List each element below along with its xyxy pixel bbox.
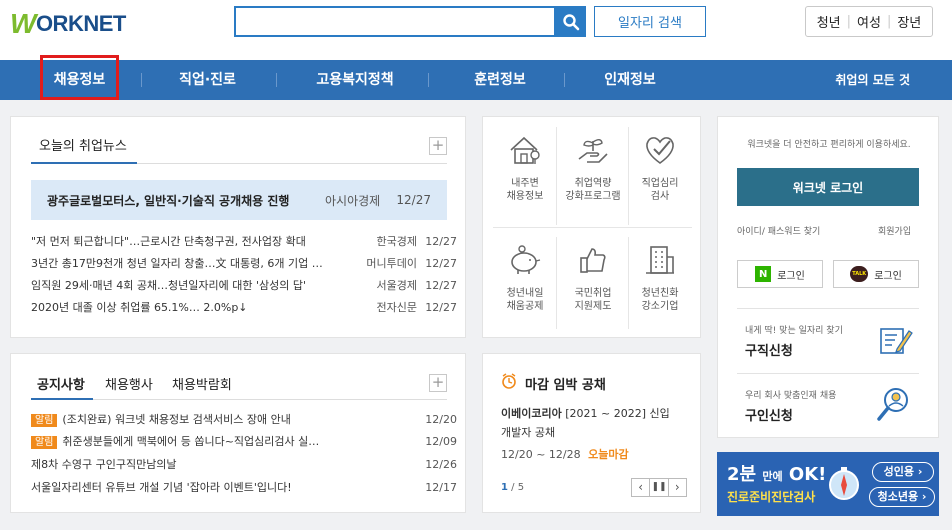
deadline-job[interactable]: 이베이코리아 [2021 ~ 2022] 신입 개발자 공채	[501, 404, 691, 442]
kakao-talk-icon: TALK	[850, 266, 869, 282]
quick-nearby-jobs[interactable]: 내주변 채용정보	[495, 133, 555, 203]
target-group-selector: 청년 | 여성 | 장년	[805, 6, 933, 37]
deadline-panel: 마감 임박 공채 이베이코리아 [2021 ~ 2022] 신입 개발자 공채 1…	[482, 353, 701, 513]
notice-more-button[interactable]: +	[429, 374, 447, 392]
nav-training[interactable]: 훈련정보	[450, 60, 550, 100]
banner-headline: 2분 만에 OK!	[727, 464, 827, 485]
notice-item[interactable]: 알림 (조치완료) 워크넷 채용정보 검색서비스 장애 안내 12/20	[31, 408, 457, 430]
job-search-button[interactable]: 일자리 검색	[594, 6, 706, 37]
house-pin-icon	[510, 136, 540, 164]
news-item[interactable]: 2020년 대졸 이상 취업률 65.1%… 2.0%p↓ 전자신문 12/27	[31, 296, 457, 318]
notice-item[interactable]: 알림 취준생분들에게 맥북에어 등 쏩니다~직업심리검사 실… 12/09	[31, 430, 457, 452]
search-button[interactable]	[555, 6, 586, 37]
nav-career[interactable]: 직업·진로	[160, 60, 255, 100]
notice-item[interactable]: 서울일자리센터 유튜브 개설 기념 '잡아라 이벤트'입니다! 12/17	[31, 476, 457, 498]
building-icon	[646, 246, 674, 274]
nav-welfare[interactable]: 고용복지정책	[295, 60, 415, 100]
banner-youth-button[interactable]: 청소년용 ›	[869, 487, 935, 507]
next-button[interactable]: ›	[669, 479, 686, 496]
alarm-clock-icon	[502, 373, 516, 389]
naver-login-button[interactable]: N 로그인	[737, 260, 823, 288]
employer-apply[interactable]: 우리 회사 맞춤인재 채용 구인신청	[737, 374, 919, 438]
signup-link[interactable]: 회원가입	[878, 224, 911, 237]
featured-news-source: 아시아경제	[325, 193, 381, 208]
featured-news-title: 광주글로벌모터스, 일반직·기술직 공개채용 진행	[47, 193, 290, 208]
target-youth[interactable]: 청년	[817, 12, 841, 31]
compass-icon	[829, 467, 859, 500]
login-notice: 워크넷을 더 안전하고 편리하게 이용하세요.	[747, 140, 911, 150]
logo-text: ORKNET	[35, 11, 126, 36]
deadline-pager: ‹ ❚❚ ›	[631, 478, 687, 497]
news-item[interactable]: 3년간 총17만9천개 청년 일자리 창출…文 대통령, 6개 기업 … 머니투데…	[31, 252, 457, 274]
login-panel: 워크넷을 더 안전하고 편리하게 이용하세요. 워크넷 로그인 아이디/ 패스워…	[717, 116, 939, 438]
tab-recruit-events[interactable]: 채용행사	[105, 374, 153, 393]
logo-w: W	[10, 8, 36, 39]
deadline-pagination: 1 / 5	[501, 482, 525, 493]
heart-check-icon	[646, 137, 674, 164]
quick-psych-test[interactable]: 직업심리 검사	[630, 133, 690, 203]
nav-active-highlight	[40, 55, 119, 100]
nav-talent[interactable]: 인재정보	[580, 60, 680, 100]
banner-subtitle: 진로준비진단검사	[727, 490, 816, 504]
news-panel: 오늘의 취업뉴스 + 광주글로벌모터스, 일반직·기술직 공개채용 진행 아시아…	[10, 116, 466, 338]
magnifier-person-icon	[877, 388, 908, 421]
quick-employability-program[interactable]: 취업역량 강화프로그램	[563, 133, 623, 203]
worknet-logo[interactable]: W ORKNET	[10, 8, 126, 40]
notice-item[interactable]: 제8차 수영구 구인구직만남의날 12/26	[31, 453, 457, 475]
news-item[interactable]: "저 먼저 퇴근합니다"…근로시간 단축청구권, 전사업장 확대 한국경제 12/2…	[31, 230, 457, 252]
notice-panel: 공지사항 채용행사 채용박람회 + 알림 (조치완료) 워크넷 채용정보 검색서비…	[10, 353, 466, 513]
kakao-login-button[interactable]: TALK 로그인	[833, 260, 919, 288]
career-test-banner[interactable]: 2분 만에 OK! 진로준비진단검사 성인용 › 청소년용 ›	[717, 452, 939, 516]
target-women[interactable]: 여성	[857, 12, 881, 31]
featured-news[interactable]: 광주글로벌모터스, 일반직·기술직 공개채용 진행 아시아경제 12/27	[31, 180, 447, 220]
main-nav: 채용정보 직업·진로 고용복지정책 훈련정보 인재정보	[0, 60, 952, 100]
thumbs-up-icon	[580, 248, 606, 273]
pen-paper-icon	[880, 328, 913, 354]
quick-youth-friendly-company[interactable]: 청년친화 강소기업	[630, 243, 690, 313]
worknet-login-button[interactable]: 워크넷 로그인	[737, 168, 919, 206]
featured-news-date: 12/27	[396, 193, 431, 207]
hand-sprout-icon	[578, 139, 608, 163]
quick-national-employment[interactable]: 국민취업 지원제도	[563, 243, 623, 313]
tab-news[interactable]: 오늘의 취업뉴스	[39, 135, 127, 154]
pause-button[interactable]: ❚❚	[650, 479, 669, 496]
deadline-title: 마감 임박 공채	[525, 378, 606, 393]
quick-youth-savings[interactable]: 청년내일 채움공제	[495, 243, 555, 313]
job-seeker-apply[interactable]: 내게 딱! 맞는 일자리 찾기 구직신청	[737, 309, 919, 373]
tab-underline	[31, 162, 137, 164]
tab-job-fair[interactable]: 채용박람회	[172, 374, 232, 393]
deadline-period: 12/20 ~ 12/28 오늘마감	[501, 448, 629, 461]
news-more-button[interactable]: +	[429, 137, 447, 155]
tab-notice[interactable]: 공지사항	[37, 374, 85, 393]
banner-adult-button[interactable]: 성인용 ›	[872, 462, 934, 482]
target-senior[interactable]: 장년	[897, 12, 921, 31]
piggy-bank-icon	[511, 245, 541, 274]
search-icon	[562, 13, 579, 30]
find-id-password-link[interactable]: 아이디/ 패스워드 찾기	[737, 224, 820, 237]
nav-all-jobs[interactable]: 취업의 모든 것	[835, 60, 910, 100]
search-input[interactable]	[234, 6, 556, 37]
naver-icon: N	[755, 266, 772, 282]
quick-menu-panel: 내주변 채용정보 취업역량 강화프로그램 직업심리 검사 청년내일 채움공제 국민취업 지…	[482, 116, 701, 338]
prev-button[interactable]: ‹	[632, 479, 651, 496]
news-item[interactable]: 임직원 29세·매년 4회 공채…청년일자리에 대한 '삼성의 답' 서울경제 12…	[31, 274, 457, 296]
